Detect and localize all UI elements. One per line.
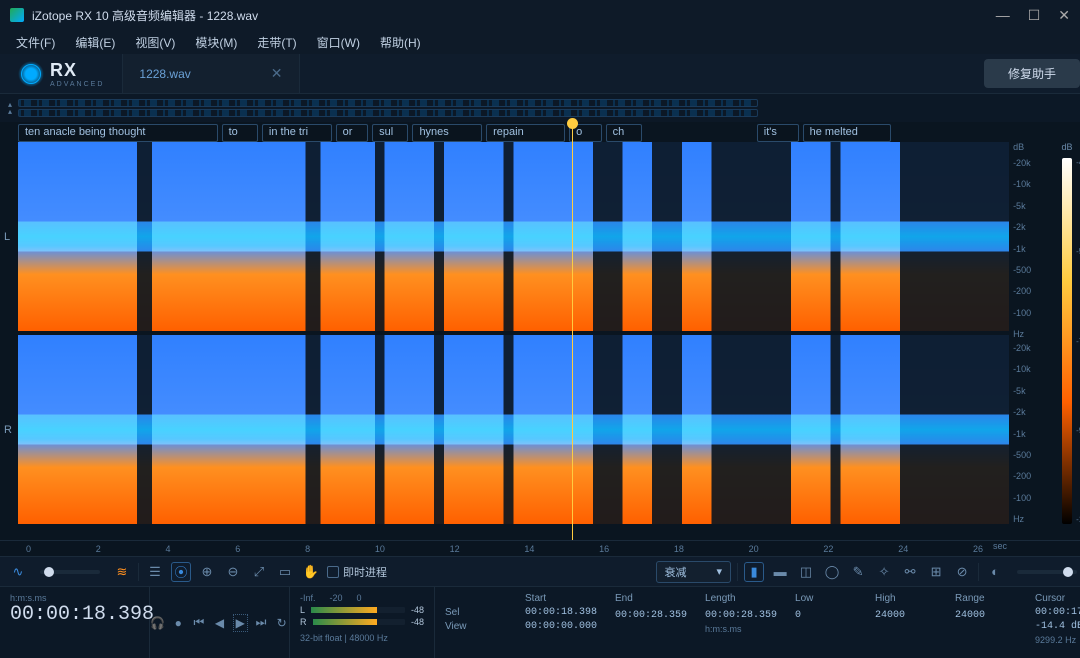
menu-item[interactable]: 走带(T) (249, 32, 304, 53)
deselect-icon[interactable]: ⊘ (952, 562, 972, 582)
menu-item[interactable]: 窗口(W) (309, 32, 368, 53)
window-title: iZotope RX 10 高级音频编辑器 - 1228.wav (32, 7, 258, 24)
transcript-segment[interactable]: in the tri (262, 124, 332, 142)
link-icon[interactable]: ⚯ (900, 562, 920, 582)
titlebar: iZotope RX 10 高级音频编辑器 - 1228.wav — ☐ ✕ (0, 0, 1080, 30)
transcript-row: ten anacle being thoughttoin the triorsu… (18, 124, 983, 142)
snap-slider[interactable] (1017, 570, 1077, 574)
minimize-button[interactable]: — (996, 7, 1010, 24)
tab-close-icon[interactable]: ✕ (271, 65, 283, 82)
audio-format-label: 32-bit float | 48000 Hz (300, 633, 424, 643)
channel-L[interactable]: L (18, 142, 1009, 331)
snap-l-icon[interactable]: ◐ (985, 562, 1005, 582)
transcript-segment[interactable]: he melted (803, 124, 891, 142)
transcript-segment[interactable]: to (222, 124, 258, 142)
repair-assistant-button[interactable]: 修复助手 (984, 59, 1080, 88)
menu-item[interactable]: 视图(V) (127, 32, 183, 53)
transcript-segment[interactable]: sul (372, 124, 408, 142)
time-unit-label: sec (993, 541, 1007, 551)
colorbar: -40-56-72-90-110 (1062, 158, 1072, 524)
sel-tf-icon[interactable]: ◫ (796, 562, 816, 582)
tabs-row: RX ADVANCED 1228.wav ✕ 修复助手 ∿ (0, 54, 1080, 94)
channel-R[interactable]: R (18, 335, 1009, 524)
play-icon[interactable]: ▶ (233, 614, 248, 632)
transcript-segment[interactable]: hynes (412, 124, 482, 142)
wand-icon[interactable]: ✧ (874, 562, 894, 582)
waveform-icon[interactable]: ∿ (8, 562, 28, 582)
spectro-icon[interactable]: ≋ (112, 562, 132, 582)
overview-strip[interactable]: ▴▴ (0, 94, 1080, 122)
list-icon[interactable]: ☰ (145, 562, 165, 582)
level-meter-l (311, 607, 405, 613)
headphones-icon[interactable]: 🎧 (150, 614, 165, 632)
sel-time-icon[interactable]: ▮ (744, 562, 764, 582)
marker-icon[interactable]: ⦿ (171, 562, 191, 582)
sel-freq-icon[interactable]: ▬ (770, 562, 790, 582)
prev-icon[interactable]: ⏮ (192, 614, 207, 632)
next-icon[interactable]: ⏭ (254, 614, 269, 632)
logo: RX ADVANCED (0, 60, 122, 88)
menu-item[interactable]: 帮助(H) (372, 32, 429, 53)
process-select[interactable]: 衰减▾ (656, 561, 732, 583)
time-position: 00:00:18.398 (10, 603, 139, 626)
levels-block: -Inf. -20 0 L-48 R-48 32-bit float | 480… (290, 587, 435, 658)
loop-icon[interactable]: ↻ (274, 614, 289, 632)
transcript-segment[interactable]: repain (486, 124, 565, 142)
grab-icon[interactable]: ⊞ (926, 562, 946, 582)
menu-item[interactable]: 模块(M) (187, 32, 245, 53)
spectrogram-area[interactable]: ten anacle being thoughttoin the triorsu… (0, 122, 1080, 540)
zoom-fit-icon[interactable]: ▭ (275, 562, 295, 582)
lasso-icon[interactable]: ◯ (822, 562, 842, 582)
transcript-segment[interactable]: ten anacle being thought (18, 124, 218, 142)
transcript-segment[interactable]: ch (606, 124, 642, 142)
menu-item[interactable]: 文件(F) (8, 32, 63, 53)
transcript-segment[interactable]: it's (757, 124, 799, 142)
realtime-checkbox[interactable]: 即时进程 (327, 564, 387, 580)
status-bar: h:m:s.ms 00:00:18.398 🎧 ● ⏮ ◀ ▶ ⏭ ↻ -Inf… (0, 586, 1080, 658)
playhead[interactable] (572, 122, 573, 540)
zoom-sel-icon[interactable]: ⤢ (249, 562, 269, 582)
main-toolbar: ∿ ≋ ☰ ⦿ ⊕ ⊖ ⤢ ▭ ✋ 即时进程 衰减▾ ▮ (0, 556, 1080, 586)
transport-controls: 🎧 ● ⏮ ◀ ▶ ⏭ ↻ (150, 587, 290, 658)
logo-subtext: ADVANCED (50, 81, 104, 88)
brush-icon[interactable]: ✎ (848, 562, 868, 582)
time-ruler[interactable]: 02468101214161820222426 sec (0, 540, 1080, 556)
rewind-icon[interactable]: ◀ (212, 614, 227, 632)
logo-icon (18, 61, 44, 87)
level-meter-r (313, 619, 405, 625)
selection-info-grid: .SelViewStart00:00:18.39800:00:00.000End… (435, 587, 1080, 658)
menu-item[interactable]: 编辑(E) (67, 32, 123, 53)
time-format-label[interactable]: h:m:s.ms (10, 593, 139, 603)
file-tab[interactable]: 1228.wav ✕ (122, 54, 299, 93)
maximize-button[interactable]: ☐ (1028, 7, 1041, 24)
menubar: 文件(F)编辑(E)视图(V)模块(M)走带(T)窗口(W)帮助(H) (0, 30, 1080, 54)
logo-text: RX (50, 60, 104, 81)
zoom-in-h-icon[interactable]: ⊕ (197, 562, 217, 582)
opacity-slider[interactable] (40, 570, 100, 574)
app-icon (10, 8, 24, 22)
zoom-out-h-icon[interactable]: ⊖ (223, 562, 243, 582)
transcript-segment[interactable]: or (336, 124, 369, 142)
colorbar-label: dB (1062, 142, 1073, 152)
tab-label: 1228.wav (139, 67, 190, 81)
close-button[interactable]: ✕ (1058, 7, 1070, 24)
hand-icon[interactable]: ✋ (301, 562, 321, 582)
record-icon[interactable]: ● (171, 614, 186, 632)
